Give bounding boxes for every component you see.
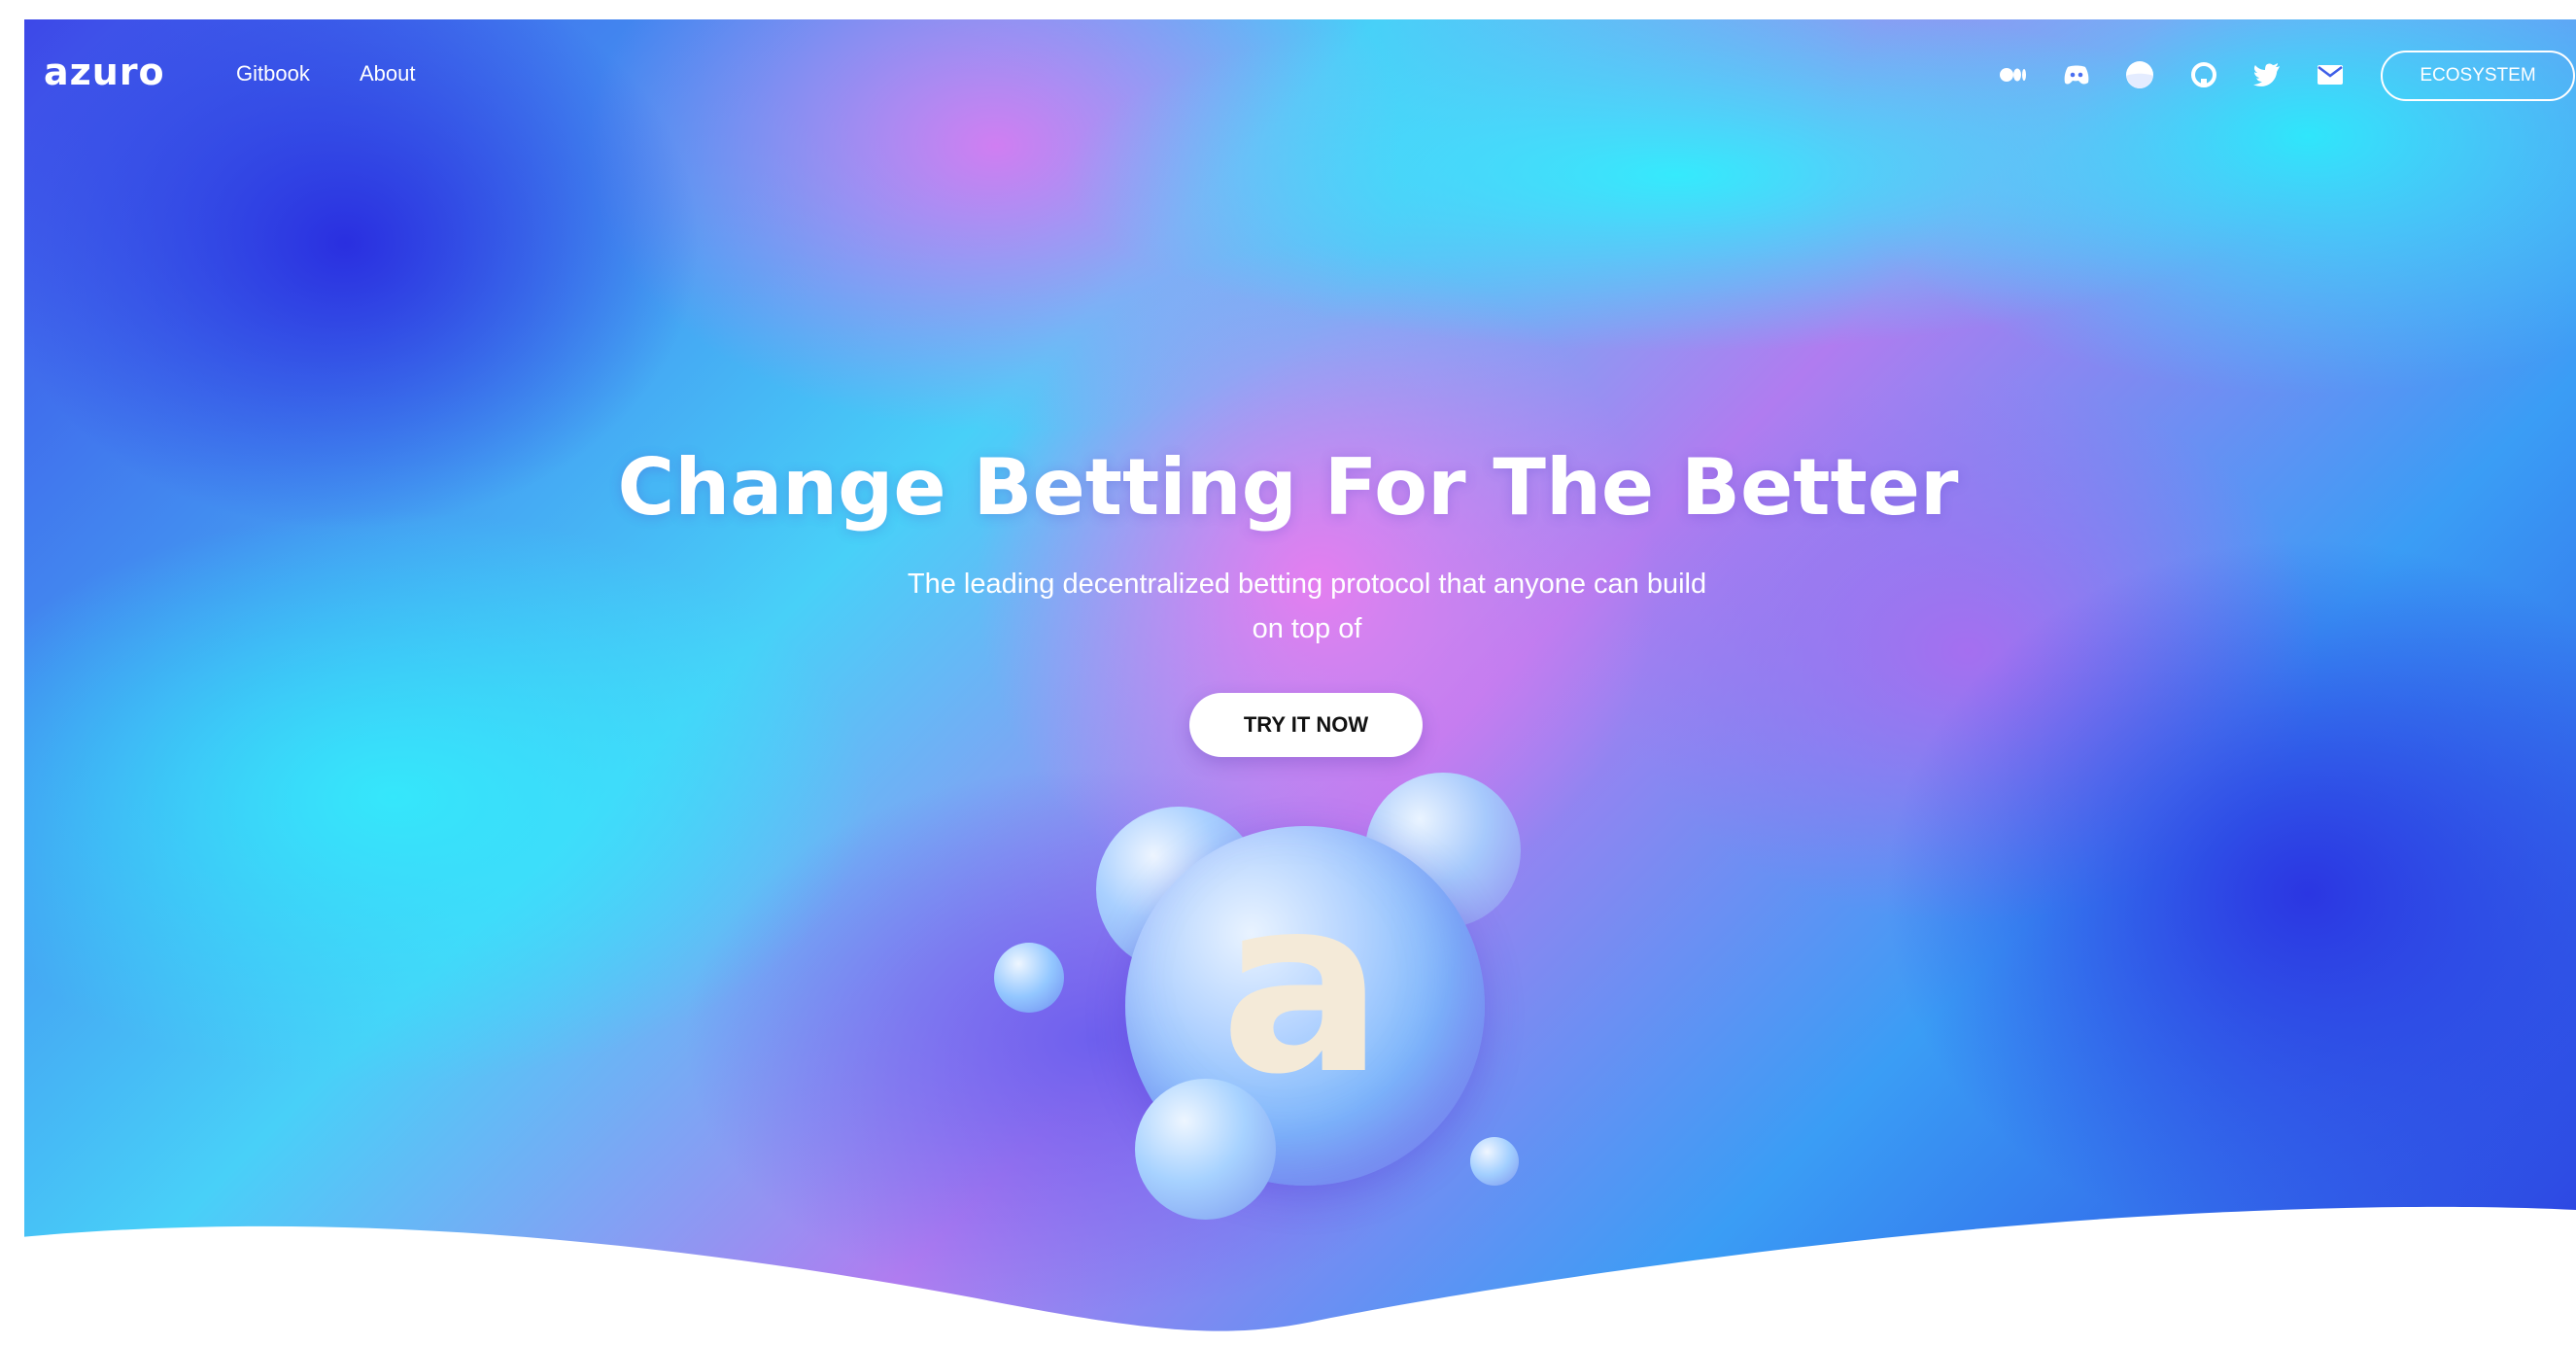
nav-link-about[interactable]: About [360,61,416,86]
github-icon[interactable] [2189,60,2218,89]
azuro-logo[interactable]: azuro [44,51,165,93]
mail-icon[interactable] [2316,60,2345,89]
tiny-floating-bubble [1470,1137,1519,1186]
try-it-now-button[interactable]: TRY IT NOW [1189,693,1423,757]
hero-title: Change Betting For The Better [617,442,1959,533]
bottom-floating-bubble [1135,1079,1276,1220]
medium-icon[interactable] [1999,60,2028,89]
discord-icon[interactable] [2062,60,2091,89]
ecosystem-button[interactable]: ECOSYSTEM [2381,51,2575,101]
twitter-icon[interactable] [2252,60,2282,89]
mirror-icon[interactable] [2125,60,2154,89]
hero-wave-divider [0,1206,2576,1345]
hero-subtitle: The leading decentralized betting protoc… [907,569,1707,644]
mascot-letter-a: a [1219,845,1385,1127]
nav-link-gitbook[interactable]: Gitbook [236,61,310,86]
small-floating-bubble [994,943,1064,1013]
